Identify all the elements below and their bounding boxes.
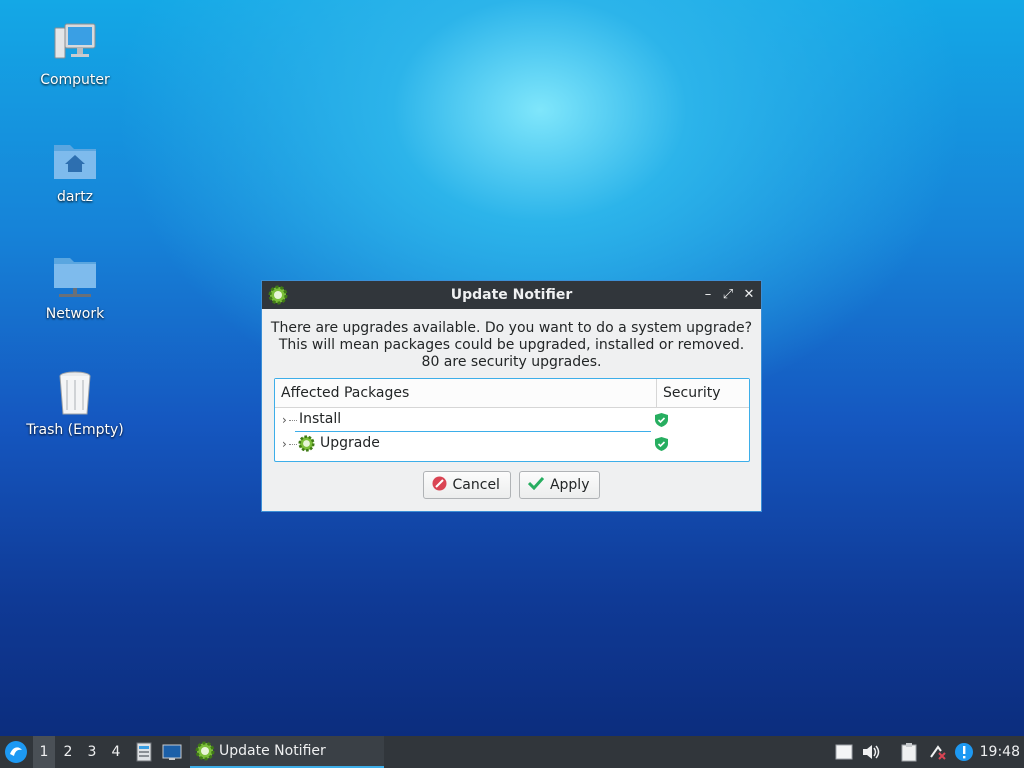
task-update-notifier[interactable]: Update Notifier (190, 736, 384, 768)
cancel-label: Cancel (452, 477, 500, 493)
shield-check-icon (655, 413, 668, 427)
show-desktop-icon[interactable] (161, 741, 183, 763)
cancel-button[interactable]: Cancel (422, 471, 511, 499)
update-notification-icon[interactable] (954, 742, 974, 762)
apply-label: Apply (549, 477, 590, 493)
row-label: Upgrade (320, 435, 380, 451)
close-button[interactable]: ✕ (741, 287, 757, 303)
tree-header: Affected Packages Security (275, 379, 749, 408)
file-manager-icon[interactable] (133, 741, 155, 763)
network-folder-icon (51, 254, 99, 302)
checkmark-icon (527, 476, 545, 494)
trash-icon (51, 370, 99, 418)
workspace-2[interactable]: 2 (57, 736, 79, 768)
column-header-security[interactable]: Security (657, 379, 721, 407)
network-disconnected-icon[interactable] (928, 742, 948, 762)
tree-row-upgrade[interactable]: › Upgrade (275, 433, 749, 455)
desktop-icon-label: dartz (56, 189, 94, 205)
computer-icon (51, 20, 99, 68)
update-notifier-dialog: Update Notifier – ⤢ ✕ There are upgrades… (261, 280, 762, 512)
desktop-icon-network[interactable]: Network (20, 254, 130, 322)
workspace-4[interactable]: 4 (105, 736, 127, 768)
clipboard-icon[interactable] (899, 742, 919, 762)
clock[interactable]: 19:48 (980, 736, 1020, 768)
update-gear-icon (195, 741, 215, 761)
volume-icon[interactable] (861, 742, 881, 762)
workspace-3[interactable]: 3 (81, 736, 103, 768)
desktop-icon-label: Trash (Empty) (26, 422, 124, 438)
tree-row-install[interactable]: › Install (275, 409, 749, 432)
task-label: Update Notifier (219, 743, 326, 759)
apply-button[interactable]: Apply (518, 471, 601, 499)
row-focus-underline (295, 431, 651, 432)
expand-arrow-icon[interactable]: › (282, 437, 287, 451)
dialog-message: There are upgrades available. Do you wan… (262, 320, 761, 371)
update-gear-icon (298, 435, 315, 452)
message-line: There are upgrades available. Do you wan… (270, 320, 753, 336)
desktop-icon-label: Computer (40, 72, 110, 88)
row-label: Install (299, 411, 342, 427)
cancel-icon (432, 476, 447, 495)
taskbar: 1 2 3 4 Update Notifier 19:48 (0, 736, 1024, 768)
affected-packages-tree[interactable]: Affected Packages Security › Install › U… (274, 378, 750, 462)
desktop-icon-home[interactable]: dartz (20, 137, 130, 205)
desktop-icon-label: Network (45, 306, 105, 322)
minimize-button[interactable]: – (700, 287, 716, 303)
expand-arrow-icon[interactable]: › (282, 413, 287, 427)
notes-icon[interactable] (834, 742, 854, 762)
tree-connector (289, 444, 297, 445)
home-folder-icon (51, 137, 99, 185)
message-line: This will mean packages could be upgrade… (278, 337, 745, 353)
maximize-button[interactable]: ⤢ (720, 287, 736, 303)
start-menu-icon[interactable] (4, 740, 28, 764)
dialog-button-row: Cancel Apply (262, 471, 761, 499)
dialog-titlebar[interactable]: Update Notifier – ⤢ ✕ (262, 281, 761, 309)
shield-check-icon (655, 437, 668, 451)
dialog-title: Update Notifier (450, 287, 573, 303)
desktop-icon-computer[interactable]: Computer (20, 20, 130, 88)
tree-connector (289, 420, 297, 421)
desktop-icon-trash[interactable]: Trash (Empty) (20, 370, 130, 438)
column-header-affected-packages[interactable]: Affected Packages (275, 379, 657, 407)
message-line: 80 are security upgrades. (421, 354, 602, 370)
workspace-1[interactable]: 1 (33, 736, 55, 768)
